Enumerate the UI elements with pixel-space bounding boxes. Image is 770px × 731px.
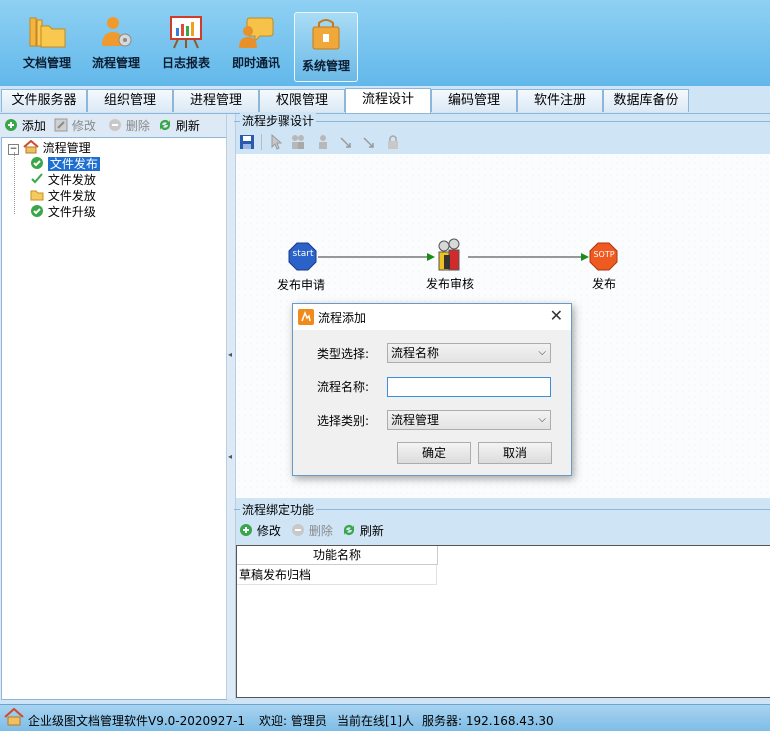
review-node-icon <box>438 238 460 271</box>
pointer-icon[interactable] <box>269 134 283 150</box>
start-node-text: start <box>292 249 314 259</box>
users-icon[interactable] <box>290 134 306 150</box>
column-header-function-name[interactable]: 功能名称 <box>237 546 438 565</box>
delete-button[interactable]: 删除 <box>108 118 150 134</box>
home-icon <box>4 708 24 726</box>
dialog-titlebar[interactable]: 流程添加 ✕ <box>293 304 571 330</box>
tree-item[interactable]: 文件发布 <box>30 156 100 172</box>
server-address: 服务器: 192.168.43.30 <box>422 714 554 728</box>
binding-refresh-button[interactable]: 刷新 <box>342 523 384 539</box>
online-count: 当前在线[1]人 <box>337 714 414 728</box>
dialog-title: 流程添加 <box>318 311 367 325</box>
refresh-icon <box>344 525 354 535</box>
toolbar-workflow-button[interactable]: 流程管理 <box>84 10 148 80</box>
connector-icon[interactable] <box>362 134 376 150</box>
minus-circle-icon <box>109 119 121 131</box>
user-gear-icon <box>102 17 132 47</box>
close-icon[interactable]: ✕ <box>550 307 563 325</box>
lock-icon[interactable] <box>386 134 400 150</box>
app-logo-icon <box>298 309 314 325</box>
save-icon[interactable] <box>239 134 255 150</box>
tree-item[interactable]: 文件发放 <box>30 188 96 204</box>
chevron-down-icon: ⌵ <box>538 347 546 358</box>
chevron-down-icon: ⌵ <box>538 414 546 425</box>
folders-icon <box>29 17 66 48</box>
binding-edit-button[interactable]: 修改 <box>239 523 281 539</box>
end-node-label[interactable]: 发布 <box>592 275 616 292</box>
edit-button[interactable]: 修改 <box>54 118 96 134</box>
start-node-label[interactable]: 发布申请 <box>277 276 325 293</box>
tree-root[interactable]: − 流程管理 <box>8 139 91 156</box>
tab-db-backup[interactable]: 数据库备份 <box>603 89 689 112</box>
toolbar-chat-button[interactable]: 即时通讯 <box>224 10 288 80</box>
refresh-button[interactable]: 刷新 <box>158 118 200 134</box>
toolbar-logs-button[interactable]: 日志报表 <box>154 10 218 80</box>
folder-icon <box>30 190 44 201</box>
name-input[interactable] <box>387 377 551 397</box>
user-icon[interactable] <box>316 134 330 150</box>
design-toolbar <box>236 130 770 154</box>
cancel-button[interactable]: 取消 <box>478 442 552 464</box>
splitter-arrow-icon[interactable]: ◂ <box>228 350 232 359</box>
connector-icon[interactable] <box>339 134 353 150</box>
edit-icon <box>54 118 68 132</box>
splitter-arrow-icon[interactable]: ◂ <box>228 452 232 461</box>
tab-organization[interactable]: 组织管理 <box>87 89 173 112</box>
app-version: 企业级图文档管理软件V9.0-2020927-1 <box>28 714 246 728</box>
workflow-tree: − 流程管理 文件发布 文件发放 文件发放 文件升级 <box>1 137 227 700</box>
name-label: 流程名称: <box>317 380 370 394</box>
design-section-title: 流程步骤设计 <box>240 112 317 129</box>
tab-coding[interactable]: 编码管理 <box>431 89 517 112</box>
refresh-icon <box>160 120 170 130</box>
stop-node-text: SOTP <box>593 250 615 259</box>
tab-process[interactable]: 进程管理 <box>173 89 259 112</box>
tab-registration[interactable]: 软件注册 <box>517 89 603 112</box>
minus-circle-icon <box>292 524 304 536</box>
category-select[interactable]: 流程管理 ⌵ <box>387 410 551 430</box>
review-node-label[interactable]: 发布审核 <box>426 275 474 292</box>
pane-splitter[interactable]: ◂ ◂ <box>226 114 236 699</box>
plus-circle-icon <box>5 119 17 131</box>
type-label: 类型选择: <box>317 347 370 361</box>
welcome-text: 欢迎: 管理员 <box>259 714 327 728</box>
lock-box-icon <box>312 19 340 50</box>
tree-item[interactable]: 文件升级 <box>30 204 96 220</box>
check-circle-icon <box>31 205 43 217</box>
status-bar: 企业级图文档管理软件V9.0-2020927-1 欢迎: 管理员 当前在线[1]… <box>0 704 770 731</box>
check-circle-icon <box>31 157 43 169</box>
home-icon <box>23 139 39 154</box>
tab-workflow-design[interactable]: 流程设计 <box>345 88 431 113</box>
chat-user-icon <box>239 17 274 48</box>
checkmark-icon <box>31 173 43 184</box>
category-label: 选择类别: <box>317 414 370 428</box>
ok-button[interactable]: 确定 <box>397 442 471 464</box>
add-button[interactable]: 添加 <box>4 118 46 134</box>
chart-board-icon <box>170 16 202 49</box>
workflow-add-dialog: 流程添加 ✕ 类型选择: 流程名称 ⌵ 流程名称: 选择类别: 流程管理 ⌵ 确… <box>292 303 572 476</box>
plus-circle-icon <box>240 524 252 536</box>
type-select[interactable]: 流程名称 ⌵ <box>387 343 551 363</box>
tree-item[interactable]: 文件发放 <box>30 172 96 188</box>
tab-file-server[interactable]: 文件服务器 <box>1 89 87 112</box>
table-row[interactable]: 草稿发布归档 <box>237 565 437 585</box>
binding-delete-button[interactable]: 删除 <box>291 523 333 539</box>
toolbar-system-button[interactable]: 系统管理 <box>294 12 358 82</box>
tab-permissions[interactable]: 权限管理 <box>259 89 345 112</box>
toolbar-documents-button[interactable]: 文档管理 <box>15 10 79 80</box>
binding-section-title: 流程绑定功能 <box>240 501 317 518</box>
